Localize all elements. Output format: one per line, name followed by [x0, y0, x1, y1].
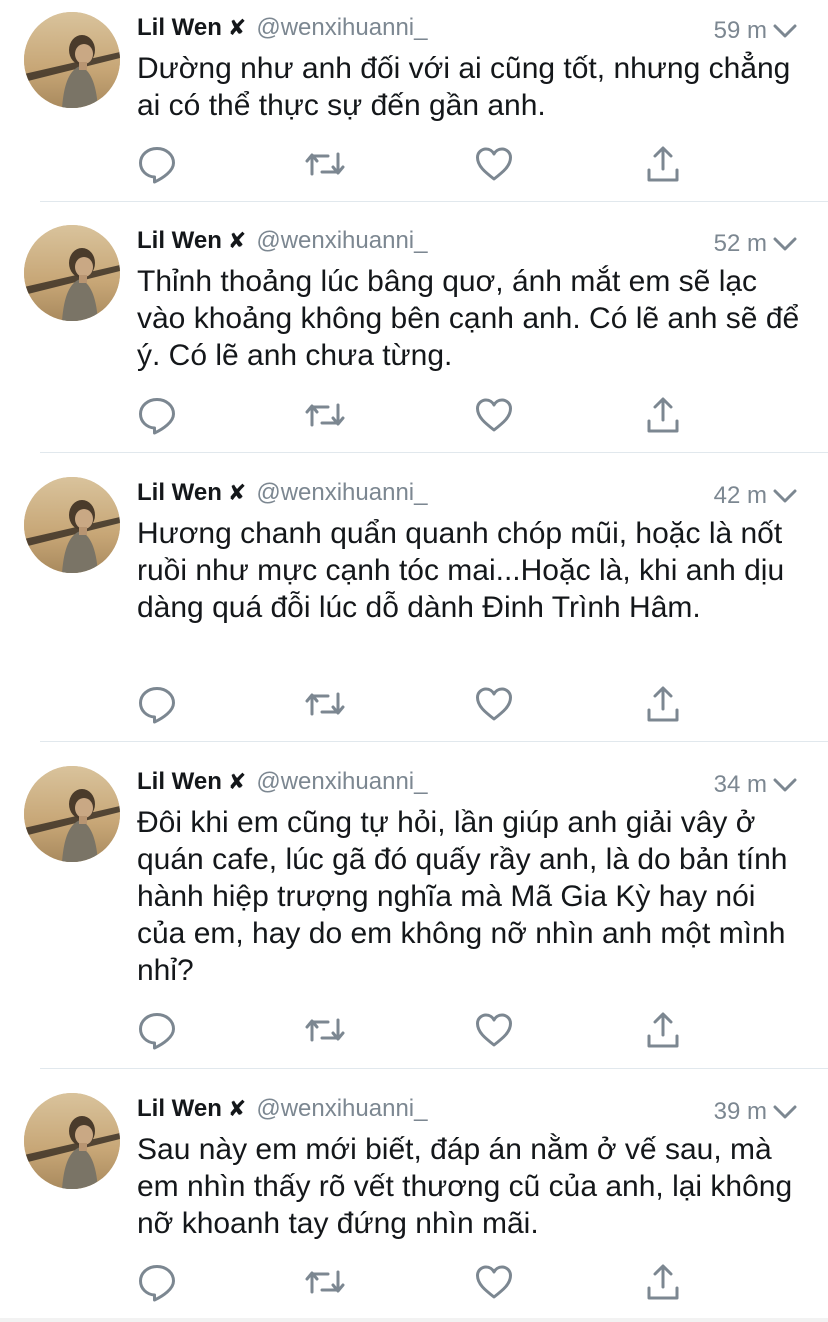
tweet-time[interactable]: 42 m	[714, 479, 767, 513]
author-handle[interactable]: @wenxihuanni_	[256, 227, 427, 255]
reply-icon[interactable]	[137, 1010, 177, 1050]
retweet-icon[interactable]	[305, 144, 345, 184]
share-icon[interactable]	[643, 1262, 683, 1302]
reply-icon[interactable]	[137, 684, 177, 724]
tweet-header: Lil Wen ✘ @wenxihuanni_ 59 m	[137, 14, 807, 48]
share-icon[interactable]	[643, 684, 683, 724]
tweet-actions	[137, 395, 697, 435]
badge-icon: ✘	[227, 15, 247, 40]
tweet-header: Lil Wen ✘ @wenxihuanni_ 42 m	[137, 479, 807, 513]
tweet-text: Thỉnh thoảng lúc bâng quơ, ánh mắt em sẽ…	[137, 265, 800, 372]
tweet-text: Sau này em mới biết, đáp án nằm ở vế sau…	[137, 1133, 793, 1240]
avatar[interactable]	[24, 225, 120, 321]
tweet-time[interactable]: 34 m	[714, 768, 767, 802]
tweet-header: Lil Wen ✘ @wenxihuanni_ 52 m	[137, 227, 807, 261]
tweet-time[interactable]: 59 m	[714, 14, 767, 48]
chevron-down-icon[interactable]	[773, 23, 797, 39]
tweet-text: Hương chanh quẩn quanh chóp mũi, hoặc là…	[137, 517, 785, 624]
tweet-text: Dường như anh đối với ai cũng tốt, nhưng…	[137, 52, 791, 122]
retweet-icon[interactable]	[305, 1262, 345, 1302]
badge-icon: ✘	[227, 480, 247, 505]
author-handle[interactable]: @wenxihuanni_	[256, 14, 427, 42]
author-name[interactable]: Lil Wen	[137, 768, 222, 796]
author-name[interactable]: Lil Wen	[137, 227, 222, 255]
divider	[40, 741, 828, 742]
retweet-icon[interactable]	[305, 1010, 345, 1050]
reply-icon[interactable]	[137, 144, 177, 184]
reply-icon[interactable]	[137, 1262, 177, 1302]
badge-icon: ✘	[227, 228, 247, 253]
tweet-actions	[137, 144, 697, 184]
tweet-time[interactable]: 52 m	[714, 227, 767, 261]
share-icon[interactable]	[643, 395, 683, 435]
tweet-time[interactable]: 39 m	[714, 1095, 767, 1129]
tweet-header: Lil Wen ✘ @wenxihuanni_ 39 m	[137, 1095, 807, 1129]
avatar[interactable]	[24, 12, 120, 108]
divider	[40, 452, 828, 453]
author-handle[interactable]: @wenxihuanni_	[256, 1095, 427, 1123]
divider	[40, 1068, 828, 1069]
tweet-actions	[137, 684, 697, 724]
share-icon[interactable]	[643, 144, 683, 184]
tweet-header: Lil Wen ✘ @wenxihuanni_ 34 m	[137, 768, 807, 802]
timeline: Lil Wen ✘ @wenxihuanni_ 59 m Dường như anh…	[0, 0, 828, 1322]
like-icon[interactable]	[474, 1262, 514, 1302]
share-icon[interactable]	[643, 1010, 683, 1050]
retweet-icon[interactable]	[305, 684, 345, 724]
tweet[interactable]: Lil Wen ✘ @wenxihuanni_ 42 m Hương chanh q…	[0, 465, 828, 741]
reply-icon[interactable]	[137, 395, 177, 435]
chevron-down-icon[interactable]	[773, 236, 797, 252]
author-name[interactable]: Lil Wen	[137, 1095, 222, 1123]
author-handle[interactable]: @wenxihuanni_	[256, 768, 427, 796]
tweet[interactable]: Lil Wen ✘ @wenxihuanni_ 39 m Sau này em mớ…	[0, 1081, 828, 1318]
like-icon[interactable]	[474, 1010, 514, 1050]
like-icon[interactable]	[474, 684, 514, 724]
badge-icon: ✘	[227, 769, 247, 794]
badge-icon: ✘	[227, 1096, 247, 1121]
retweet-icon[interactable]	[305, 395, 345, 435]
author-name[interactable]: Lil Wen	[137, 479, 222, 507]
chevron-down-icon[interactable]	[773, 1104, 797, 1120]
tweet-actions	[137, 1262, 697, 1302]
chevron-down-icon[interactable]	[773, 777, 797, 793]
like-icon[interactable]	[474, 144, 514, 184]
author-name[interactable]: Lil Wen	[137, 14, 222, 42]
like-icon[interactable]	[474, 395, 514, 435]
bottom-edge	[0, 1318, 828, 1322]
tweet[interactable]: Lil Wen ✘ @wenxihuanni_ 52 m Thỉnh thoảng …	[0, 213, 828, 451]
avatar[interactable]	[24, 477, 120, 573]
avatar[interactable]	[24, 766, 120, 862]
avatar[interactable]	[24, 1093, 120, 1189]
tweet[interactable]: Lil Wen ✘ @wenxihuanni_ 59 m Dường như anh…	[0, 0, 828, 200]
divider	[40, 201, 828, 202]
tweet-text: Đôi khi em cũng tự hỏi, lần giúp anh giả…	[137, 806, 788, 987]
chevron-down-icon[interactable]	[773, 488, 797, 504]
author-handle[interactable]: @wenxihuanni_	[256, 479, 427, 507]
tweet[interactable]: Lil Wen ✘ @wenxihuanni_ 34 m Đôi khi em cũ…	[0, 754, 828, 1066]
tweet-actions	[137, 1010, 697, 1050]
